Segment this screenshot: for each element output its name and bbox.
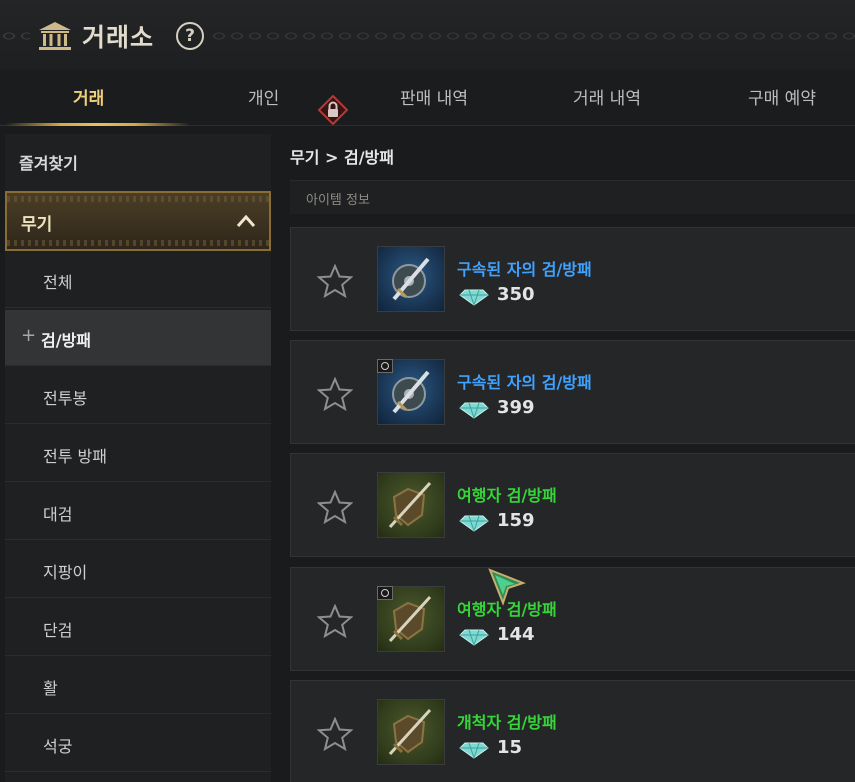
sidebar-item-sword-shield[interactable]: + 검/방패 [5,310,271,366]
category-sidebar: 즐겨찾기 무기 전체 + 검/방패 전투봉 전투 방패 대검 지팡이 단검 활 … [5,134,271,782]
sidebar-item-label: 전투봉 [43,389,88,408]
sword-shield-icon [377,586,445,652]
sword-shield-graphic [388,708,432,756]
help-icon[interactable]: ? [176,22,204,50]
sidebar-item-staff[interactable]: 지팡이 [5,542,271,598]
sword-shield-icon [377,246,445,312]
listing-row[interactable]: 개척자 검/방패 15 [290,680,855,782]
lock-icon [318,95,348,125]
sidebar-item-all[interactable]: 전체 [5,252,271,308]
favorite-star-icon[interactable] [317,490,353,524]
favorites-item[interactable]: 즐겨찾기 [5,134,271,190]
tab-trade-history[interactable]: 거래 내역 [573,84,641,109]
crystal-currency-icon [459,629,489,646]
sword-shield-icon [377,472,445,538]
active-tab-underline [5,123,190,126]
category-label: 무기 [21,215,53,235]
sidebar-item-greatsword[interactable]: 대검 [5,484,271,540]
sword-shield-icon [377,699,445,765]
crystal-currency-icon [459,742,489,759]
list-header: 아이템 정보 [290,180,855,214]
tab-sales-history[interactable]: 판매 내역 [400,84,468,109]
tab-bar: 거래 개인 판매 내역 거래 내역 구매 예약 [0,70,855,126]
window-title: 거래소 [82,23,155,52]
sidebar-item-battle-shield[interactable]: 전투 방패 [5,426,271,482]
sword-shield-graphic [388,481,432,529]
sidebar-item-dagger[interactable]: 단검 [5,600,271,656]
frieze-decoration [7,196,269,202]
chain-decoration [0,30,30,42]
chain-decoration [210,30,855,42]
bound-badge-icon [377,586,393,600]
item-price: 159 [497,510,535,531]
sidebar-item-label: 검/방패 [41,331,92,350]
item-name[interactable]: 구속된 자의 검/방패 [457,369,592,393]
listing-row[interactable]: 여행자 검/방패 159 [290,453,855,557]
tab-purchase-reservation[interactable]: 구매 예약 [748,84,816,109]
item-name[interactable]: 구속된 자의 검/방패 [457,256,592,280]
item-name[interactable]: 여행자 검/방패 [457,482,557,506]
crystal-currency-icon [459,402,489,419]
crystal-currency-icon [459,515,489,532]
item-price: 350 [497,284,535,305]
tab-personal[interactable]: 개인 [248,84,279,109]
sidebar-item-label: 전투 방패 [43,447,107,466]
title-bar: 거래소 ? [0,0,855,70]
category-header-weapon[interactable]: 무기 [5,191,271,251]
item-name[interactable]: 개척자 검/방패 [457,709,557,733]
list-header-label: 아이템 정보 [306,193,370,208]
item-price: 15 [497,737,523,758]
listing-row[interactable]: 여행자 검/방패 144 [290,567,855,671]
tab-trade[interactable]: 거래 [73,84,104,109]
item-price: 144 [497,624,535,645]
plus-icon: + [21,325,37,346]
listing-row[interactable]: 구속된 자의 검/방패 350 [290,227,855,331]
crystal-currency-icon [459,289,489,306]
sidebar-item-crossbow[interactable]: 석궁 [5,716,271,772]
sword-shield-graphic [392,257,430,301]
favorite-star-icon[interactable] [317,377,353,411]
sidebar-item-label: 단검 [43,621,73,640]
sidebar-item-label: 지팡이 [43,563,88,582]
sidebar-item-label: 석궁 [43,737,73,756]
exchange-building-icon [39,22,71,50]
mouse-cursor-icon [488,568,526,606]
sword-shield-icon [377,359,445,425]
frieze-decoration [7,240,269,246]
sidebar-item-battle-mace[interactable]: 전투봉 [5,368,271,424]
sidebar-item-label: 활 [43,679,58,698]
sidebar-item-label: 전체 [43,273,73,292]
sidebar-item-label: 대검 [43,505,73,524]
chevron-up-icon[interactable] [235,213,257,229]
bound-badge-icon [377,359,393,373]
favorite-star-icon[interactable] [317,604,353,638]
favorite-star-icon[interactable] [317,717,353,751]
favorite-star-icon[interactable] [317,264,353,298]
sidebar-item-bow[interactable]: 활 [5,658,271,714]
listing-row[interactable]: 구속된 자의 검/방패 399 [290,340,855,444]
breadcrumb: 무기 > 검/방패 [290,148,394,167]
item-price: 399 [497,397,535,418]
